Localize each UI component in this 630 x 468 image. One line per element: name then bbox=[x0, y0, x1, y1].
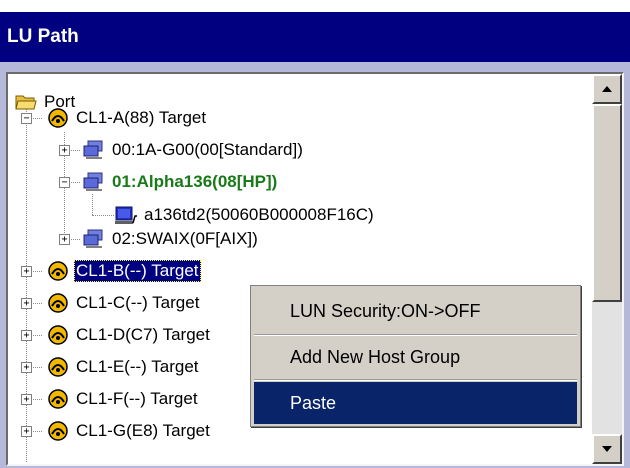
menu-item-paste[interactable]: Paste bbox=[254, 382, 577, 424]
expand-toggle[interactable]: + bbox=[21, 298, 32, 309]
expand-toggle[interactable]: + bbox=[21, 330, 32, 341]
tree-wwn-a136td2[interactable]: a136td2(50060B000008F16C) bbox=[114, 202, 376, 228]
folder-icon bbox=[15, 95, 37, 110]
tree-port-cl1-c[interactable]: CL1-C(--) Target bbox=[46, 290, 201, 316]
scroll-thumb[interactable] bbox=[592, 104, 622, 302]
host-group-icon bbox=[83, 172, 103, 191]
port-target-icon bbox=[48, 357, 68, 377]
tree-node-label: 00:1A-G00(00[Standard]) bbox=[112, 140, 303, 159]
tree-host-group-02[interactable]: 02:SWAIX(0F[AIX]) bbox=[82, 226, 260, 252]
window-title: LU Path bbox=[0, 12, 630, 62]
menu-item-add-host-group[interactable]: Add New Host Group bbox=[254, 336, 577, 378]
arrow-down-icon bbox=[602, 446, 612, 452]
tree-node-label: 02:SWAIX(0F[AIX]) bbox=[112, 229, 258, 248]
tree-node-label: CL1-C(--) Target bbox=[76, 293, 200, 312]
port-target-icon bbox=[48, 108, 68, 128]
menu-separator bbox=[254, 379, 577, 381]
port-target-icon bbox=[48, 325, 68, 345]
tree-port-cl1-b[interactable]: CL1-B(--) Target bbox=[46, 258, 201, 284]
context-menu: LUN Security:ON->OFF Add New Host Group … bbox=[250, 285, 581, 427]
expand-toggle[interactable]: + bbox=[21, 426, 32, 437]
tree-host-group-00[interactable]: 00:1A-G00(00[Standard]) bbox=[82, 137, 305, 163]
wwn-host-icon bbox=[115, 206, 137, 224]
tree-host-group-01[interactable]: 01:Alpha136(08[HP]) bbox=[82, 169, 279, 195]
expand-toggle[interactable]: + bbox=[21, 394, 32, 405]
tree-node-label: CL1-B(--) Target bbox=[74, 260, 201, 282]
host-group-icon bbox=[83, 229, 103, 248]
tree-node-label: CL1-E(--) Target bbox=[76, 357, 199, 376]
expand-toggle[interactable]: + bbox=[21, 362, 32, 373]
collapse-toggle[interactable]: − bbox=[59, 177, 70, 188]
expand-toggle[interactable]: + bbox=[59, 234, 70, 245]
expand-toggle[interactable]: + bbox=[59, 145, 70, 156]
tree-node-label: CL1-F(--) Target bbox=[76, 389, 198, 408]
arrow-up-icon bbox=[602, 86, 612, 92]
port-target-icon bbox=[48, 293, 68, 313]
port-target-icon bbox=[48, 389, 68, 409]
tree-port-cl1-e[interactable]: CL1-E(--) Target bbox=[46, 354, 201, 380]
expand-toggle[interactable]: + bbox=[21, 266, 32, 277]
tree-node-label: CL1-A(88) Target bbox=[76, 108, 207, 127]
tree-node-label: 01:Alpha136(08[HP]) bbox=[112, 172, 278, 191]
host-group-icon bbox=[83, 140, 103, 159]
port-target-icon bbox=[48, 261, 68, 281]
vertical-scrollbar[interactable] bbox=[592, 74, 622, 464]
tree-port-cl1-g[interactable]: CL1-G(E8) Target bbox=[46, 418, 212, 444]
tree-port-cl1-d[interactable]: CL1-D(C7) Target bbox=[46, 322, 212, 348]
tree-node-label: a136td2(50060B000008F16C) bbox=[144, 205, 374, 224]
tree-node-label: CL1-D(C7) Target bbox=[76, 325, 210, 344]
tree-port-cl1-a[interactable]: CL1-A(88) Target bbox=[46, 105, 208, 131]
collapse-toggle[interactable]: − bbox=[21, 113, 32, 124]
port-target-icon bbox=[48, 421, 68, 441]
tree-node-label: CL1-G(E8) Target bbox=[76, 421, 210, 440]
menu-item-lun-security[interactable]: LUN Security:ON->OFF bbox=[254, 290, 577, 332]
scroll-up-button[interactable] bbox=[592, 74, 622, 104]
tree-port-cl1-f[interactable]: CL1-F(--) Target bbox=[46, 386, 200, 412]
scroll-down-button[interactable] bbox=[592, 434, 622, 464]
